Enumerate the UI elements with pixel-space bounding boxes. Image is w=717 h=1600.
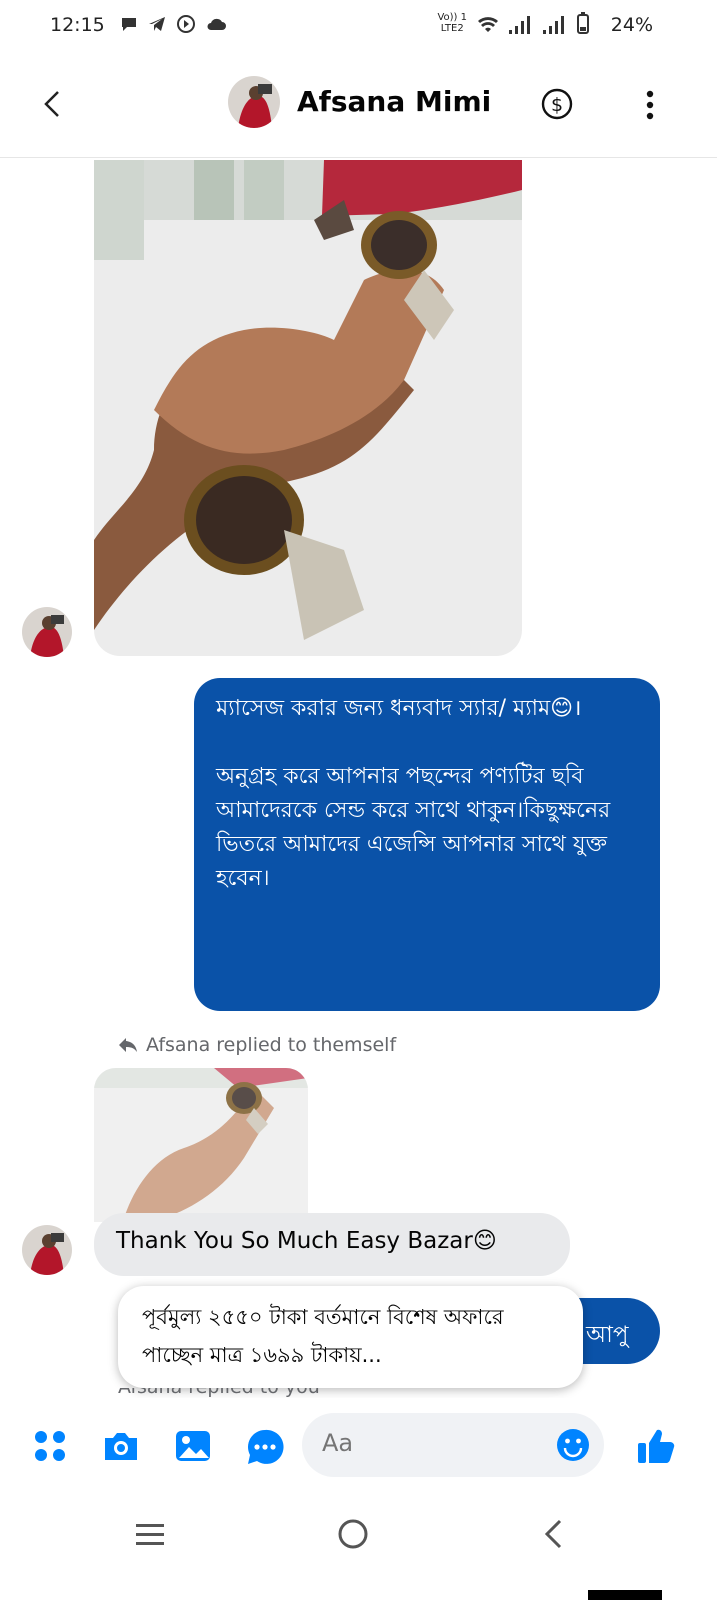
thumbs-up-icon <box>638 1429 675 1463</box>
message-input-container[interactable] <box>302 1413 604 1477</box>
reply-icon <box>119 1038 137 1052</box>
contact-name[interactable]: Afsana Mimi <box>297 85 491 118</box>
nav-handle <box>588 1590 662 1600</box>
chat-button[interactable] <box>246 1428 286 1464</box>
telegram-icon <box>149 17 165 31</box>
outgoing-message[interactable]: ম্যাসেজ করার জন্য ধন্যবাদ স্যার/ ম্যাম😊।… <box>194 678 660 1011</box>
sender-avatar[interactable] <box>22 607 72 657</box>
gallery-button[interactable] <box>174 1428 214 1464</box>
message-icon <box>122 18 136 31</box>
message-paragraph: ম্যাসেজ করার জন্য ধন্যবাদ স্যার/ ম্যাম😊। <box>216 696 582 721</box>
signal-2-icon <box>543 16 564 34</box>
emoji-icon <box>557 1429 589 1461</box>
menu-lines-icon <box>136 1524 164 1545</box>
more-options-button[interactable] <box>640 88 660 124</box>
apps-icon <box>35 1431 65 1461</box>
cloud-icon <box>207 18 226 30</box>
watch-photo-thumbnail <box>94 1068 308 1222</box>
battery-percent: 24% <box>610 14 653 36</box>
watch-photo <box>94 160 522 656</box>
recents-button[interactable] <box>130 1514 170 1554</box>
chat-bubble-icon <box>248 1429 284 1464</box>
status-bar: 12:15 Vo)) 1 LTE2 24% <box>0 0 717 54</box>
signal-icons <box>477 12 589 34</box>
chat-header: Afsana Mimi $ <box>0 54 717 158</box>
reply-label-partial: Afsana replied to you <box>118 1388 598 1398</box>
like-button[interactable] <box>636 1426 676 1466</box>
sender-avatar[interactable] <box>22 1225 72 1275</box>
message-preview-popup[interactable]: পূর্বমুল্য ২৫৫০ টাকা বর্তমানে বিশেষ অফার… <box>118 1286 583 1388</box>
incoming-message[interactable]: Thank You So Much Easy Bazar😊 <box>94 1213 570 1276</box>
home-circle-icon <box>338 1519 368 1549</box>
composer-bar <box>0 1398 717 1494</box>
replied-image-preview[interactable] <box>94 1068 308 1222</box>
system-nav-bar <box>0 1494 717 1600</box>
battery-icon <box>577 12 589 34</box>
gallery-icon <box>176 1431 210 1461</box>
dollar-icon: $ <box>541 88 573 120</box>
apps-button[interactable] <box>32 1428 72 1464</box>
svg-text:$: $ <box>551 94 563 116</box>
home-button[interactable] <box>333 1514 373 1554</box>
dnd-icon <box>177 15 195 33</box>
chevron-left-icon <box>544 1519 562 1549</box>
payment-button[interactable]: $ <box>541 88 573 120</box>
camera-button[interactable] <box>101 1428 141 1464</box>
signal-1-icon <box>509 16 530 34</box>
message-paragraph: অনুগ্রহ করে আপনার পছন্দের পণ্যটির ছবি আম… <box>216 764 611 891</box>
status-time: 12:15 <box>50 14 105 36</box>
reply-label: Afsana replied to themself <box>118 1034 396 1056</box>
camera-icon <box>105 1433 137 1460</box>
back-button[interactable] <box>38 86 68 122</box>
emoji-button[interactable] <box>556 1428 590 1462</box>
message-input[interactable] <box>322 1429 542 1457</box>
avatar-image <box>22 1225 72 1275</box>
volte-indicator: Vo)) 1 LTE2 <box>437 12 467 34</box>
notification-icons <box>120 14 226 34</box>
chevron-left-icon <box>44 91 59 117</box>
image-message[interactable] <box>94 160 522 656</box>
wifi-icon <box>478 17 498 32</box>
system-back-button[interactable] <box>534 1514 574 1554</box>
avatar-image <box>22 607 72 657</box>
avatar-image <box>228 76 280 128</box>
contact-avatar[interactable] <box>228 76 280 128</box>
more-vertical-icon <box>646 90 654 120</box>
